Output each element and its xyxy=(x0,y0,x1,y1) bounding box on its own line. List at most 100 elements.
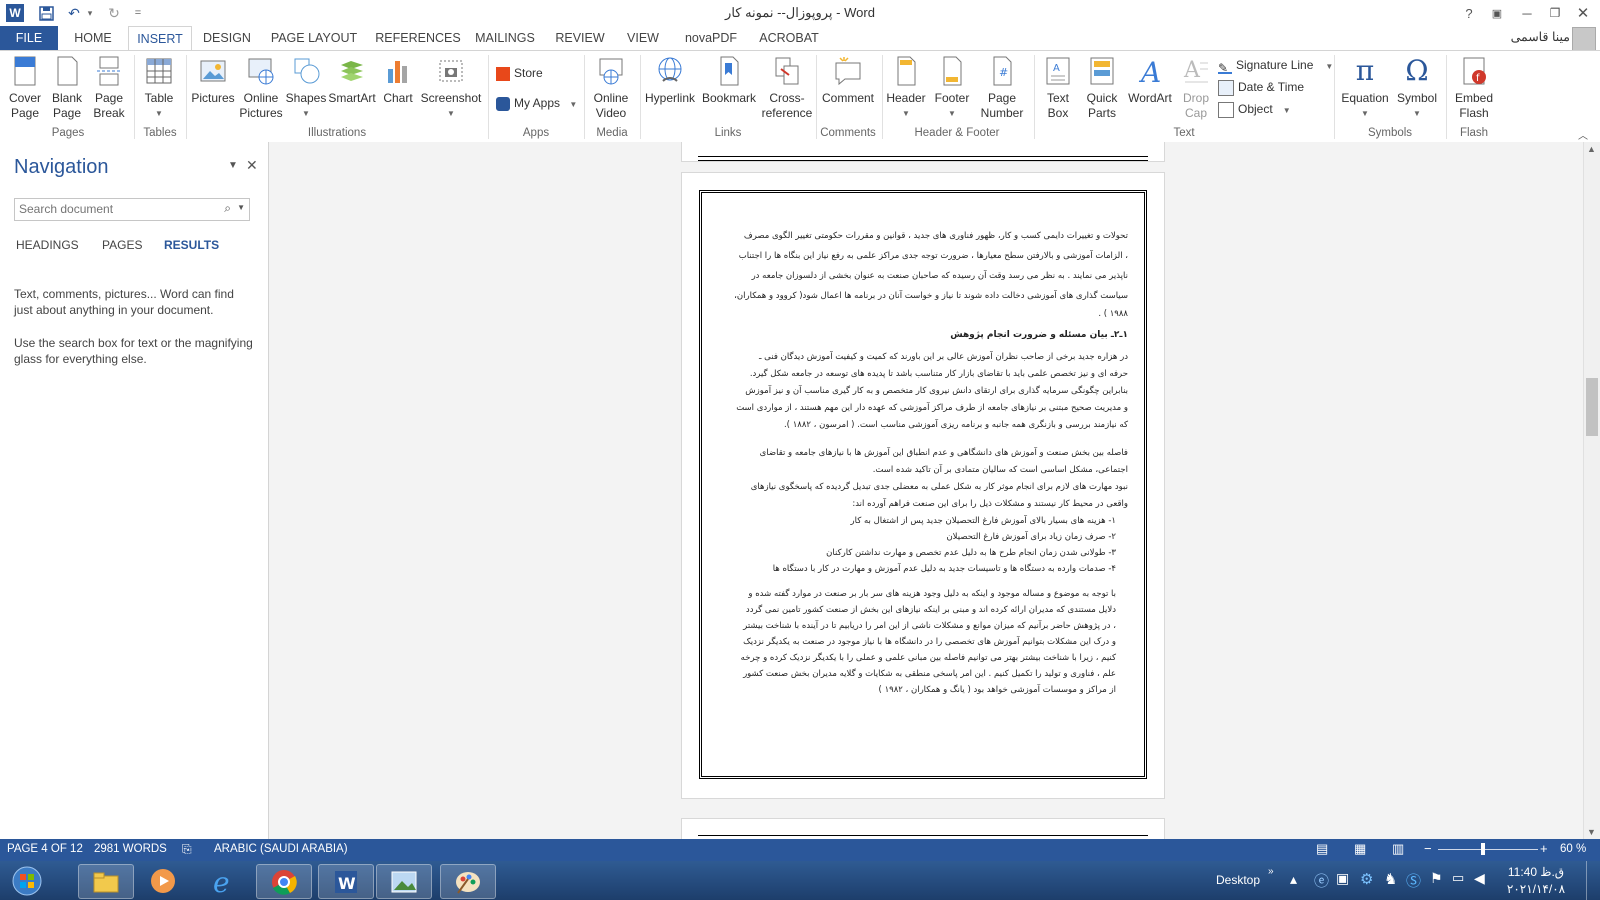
tab-references[interactable]: REFERENCES xyxy=(372,26,464,50)
document-line[interactable]: تحولات و تغییرات دایمی کسب و کار، ظهور ف… xyxy=(744,231,1128,241)
help-button[interactable]: ? xyxy=(1456,2,1482,24)
section-heading[interactable]: ۱ـ۲ـ بیان مسئله و ضرورت انجام پژوهش xyxy=(950,330,1128,340)
nav-tab-pages[interactable]: PAGES xyxy=(102,238,142,252)
tab-review[interactable]: REVIEW xyxy=(552,26,608,50)
action-center-flag-icon[interactable]: ⚑ xyxy=(1430,870,1443,887)
document-line[interactable]: ، الزامات آموزشی و بالارفتن سطح معیارها … xyxy=(739,251,1128,261)
quick-parts-button[interactable]: Quick Parts xyxy=(1080,55,1124,121)
zoom-slider-thumb[interactable] xyxy=(1481,843,1485,855)
search-magnifier-icon[interactable]: ⌕ xyxy=(224,201,231,216)
online-video-button[interactable]: Online Video xyxy=(588,55,634,121)
document-line[interactable]: ۲- صرف زمان زیاد برای آموزش فارغ التحصیل… xyxy=(946,532,1116,542)
tab-design[interactable]: DESIGN xyxy=(198,26,256,50)
toolbar-expand-icon[interactable]: » xyxy=(1268,866,1274,877)
internet-explorer-taskbar-icon[interactable]: e xyxy=(198,864,252,897)
page-count[interactable]: PAGE 4 OF 12 xyxy=(7,843,83,855)
nav-tab-headings[interactable]: HEADINGS xyxy=(16,238,79,252)
document-line[interactable]: نبود مهارت های لازم برای انجام موثر کار … xyxy=(751,482,1128,492)
search-box[interactable]: ⌕ ▼ xyxy=(14,198,250,221)
show-desktop-button[interactable] xyxy=(1586,861,1600,900)
file-explorer-taskbar-icon[interactable] xyxy=(78,864,134,899)
document-line[interactable]: با توجه به موضوع و مساله موجود و اینکه ب… xyxy=(748,589,1116,599)
search-input[interactable] xyxy=(15,199,213,218)
proofing-icon[interactable]: ⎘ xyxy=(182,842,192,857)
tray-e-icon[interactable]: ⓔ xyxy=(1314,870,1329,891)
word-count[interactable]: 2981 WORDS xyxy=(94,843,167,855)
collapse-ribbon-icon[interactable]: ︿ xyxy=(1578,127,1588,142)
media-player-taskbar-icon[interactable] xyxy=(136,864,190,897)
tab-page-layout[interactable]: PAGE LAYOUT xyxy=(268,26,360,50)
document-line[interactable]: از مراکز و موسسات آموزشی خواهد بود ( یان… xyxy=(879,685,1116,695)
zoom-in-icon[interactable]: + xyxy=(1540,841,1548,856)
footer-button[interactable]: Footer ▼ xyxy=(930,55,974,121)
document-line[interactable]: ۱۹۸۸ ) . xyxy=(1098,309,1128,319)
chart-button[interactable]: Chart xyxy=(378,55,418,106)
document-line[interactable]: و درک این مشکلات بتوانیم آموزش های تخصصی… xyxy=(743,637,1116,647)
zoom-slider[interactable] xyxy=(1438,843,1538,855)
search-dropdown-icon[interactable]: ▼ xyxy=(237,203,245,212)
screenshot-button[interactable]: Screenshot ▼ xyxy=(418,55,484,121)
scroll-up-icon[interactable]: ▲ xyxy=(1587,144,1596,154)
signature-line-button[interactable]: ✎ Signature Line ▼ xyxy=(1218,55,1333,75)
zoom-out-icon[interactable]: − xyxy=(1424,841,1432,856)
notification-arrow-icon[interactable]: ▴ xyxy=(1290,871,1297,888)
print-layout-icon[interactable]: ▦ xyxy=(1354,841,1366,857)
web-layout-icon[interactable]: ▥ xyxy=(1392,841,1404,857)
ribbon-display-options-icon[interactable]: ▣ xyxy=(1484,2,1510,24)
desktop-toolbar[interactable]: Desktop xyxy=(1216,873,1260,887)
document-line[interactable]: حرفه ای و نیز تخصص علمی باید با تقاضای ب… xyxy=(750,369,1128,379)
document-line[interactable]: ۱- هزینه های بسیار بالای آموزش فارغ التح… xyxy=(851,516,1116,526)
tray-monitor-icon[interactable]: ▣ xyxy=(1336,870,1349,887)
tray-gear-icon[interactable]: ⚙ xyxy=(1360,870,1373,888)
embed-flash-button[interactable]: f Embed Flash xyxy=(1448,55,1500,121)
document-line[interactable]: ۴- صدمات وارده به دستگاه ها و تاسیسات جد… xyxy=(773,564,1116,574)
cross-reference-button[interactable]: Cross- reference xyxy=(760,55,814,121)
tab-mailings[interactable]: MAILINGS xyxy=(472,26,538,50)
document-line[interactable]: بنابراین چگونگی سرمایه گذاری برای ارتقای… xyxy=(745,386,1128,396)
hyperlink-button[interactable]: Hyperlink xyxy=(642,55,698,106)
document-area[interactable]: تحولات و تغییرات دایمی کسب و کار، ظهور ف… xyxy=(269,142,1583,839)
read-mode-icon[interactable]: ▤ xyxy=(1316,841,1328,857)
document-page[interactable]: تحولات و تغییرات دایمی کسب و کار، ظهور ف… xyxy=(681,172,1165,799)
tab-insert[interactable]: INSERT xyxy=(128,26,192,51)
pictures-button[interactable]: Pictures xyxy=(190,55,236,106)
clock-date[interactable]: ۲۰۲۱/۱۴/۰۸ xyxy=(1500,882,1572,896)
clock-time[interactable]: 11:40 ق.ظ xyxy=(1504,865,1568,879)
document-line[interactable]: در هزاره جدید برخی از صاحب نظران آموزش ع… xyxy=(759,352,1128,362)
document-line[interactable]: سیاست گذاری های آموزشی دخالت داده شوند ت… xyxy=(734,291,1128,301)
zoom-level[interactable]: 60 % xyxy=(1560,843,1586,855)
vertical-scrollbar[interactable]: ▲ ▼ xyxy=(1583,142,1600,839)
header-button[interactable]: Header ▼ xyxy=(884,55,928,121)
start-button[interactable] xyxy=(2,864,52,897)
document-line[interactable]: و مدیریت صحیح مبتنی بر نیازهای جامعه از … xyxy=(736,403,1128,413)
tab-acrobat[interactable]: ACROBAT xyxy=(756,26,822,50)
tab-file[interactable]: FILE xyxy=(0,26,58,50)
scroll-down-icon[interactable]: ▼ xyxy=(1587,827,1596,837)
tab-home[interactable]: HOME xyxy=(64,26,122,50)
user-avatar[interactable] xyxy=(1572,27,1596,51)
wordart-button[interactable]: A WordArt xyxy=(1124,55,1176,106)
nav-options-icon[interactable]: ▼ xyxy=(228,160,238,171)
online-pictures-button[interactable]: Online Pictures xyxy=(238,55,284,121)
user-name[interactable]: مینا قاسمی xyxy=(1511,29,1570,44)
document-line[interactable]: علم ، فناوری و تولید را تکمیل کنیم . این… xyxy=(743,669,1116,679)
object-button[interactable]: Object ▼ xyxy=(1218,99,1291,119)
my-apps-button[interactable]: My Apps ▼ xyxy=(496,93,577,113)
paint-taskbar-icon[interactable] xyxy=(440,864,496,899)
language[interactable]: ARABIC (SAUDI ARABIA) xyxy=(214,843,348,855)
nav-tab-results[interactable]: RESULTS xyxy=(164,238,219,252)
document-line[interactable]: ۳- طولانی شدن زمان انجام طرح ها به دلیل … xyxy=(826,548,1116,558)
tab-novapdf[interactable]: novaPDF xyxy=(680,26,742,50)
tray-skype-icon[interactable]: Ⓢ xyxy=(1406,870,1421,891)
document-line[interactable]: کنیم ، زیرا با شناخت بیشتر بهتر می توانی… xyxy=(741,653,1116,663)
blank-page-button[interactable]: Blank Page xyxy=(48,55,86,121)
tray-app-icon[interactable]: ♞ xyxy=(1384,870,1397,888)
close-button[interactable]: ✕ xyxy=(1570,2,1596,24)
tab-view[interactable]: VIEW xyxy=(620,26,666,50)
document-line[interactable]: فاصله بین بخش صنعت و آموزش های دانشگاهی … xyxy=(760,448,1128,458)
document-line[interactable]: واقعی در محیط کار نیستند و مشکلات ذیل را… xyxy=(852,499,1128,509)
volume-icon[interactable]: ◀ xyxy=(1474,870,1485,887)
document-line[interactable]: ، در پژوهش حاضر برآنیم که میزان موانع و … xyxy=(743,621,1116,631)
symbol-button[interactable]: Ω Symbol ▼ xyxy=(1392,55,1442,121)
nav-close-icon[interactable]: ✕ xyxy=(246,157,258,174)
